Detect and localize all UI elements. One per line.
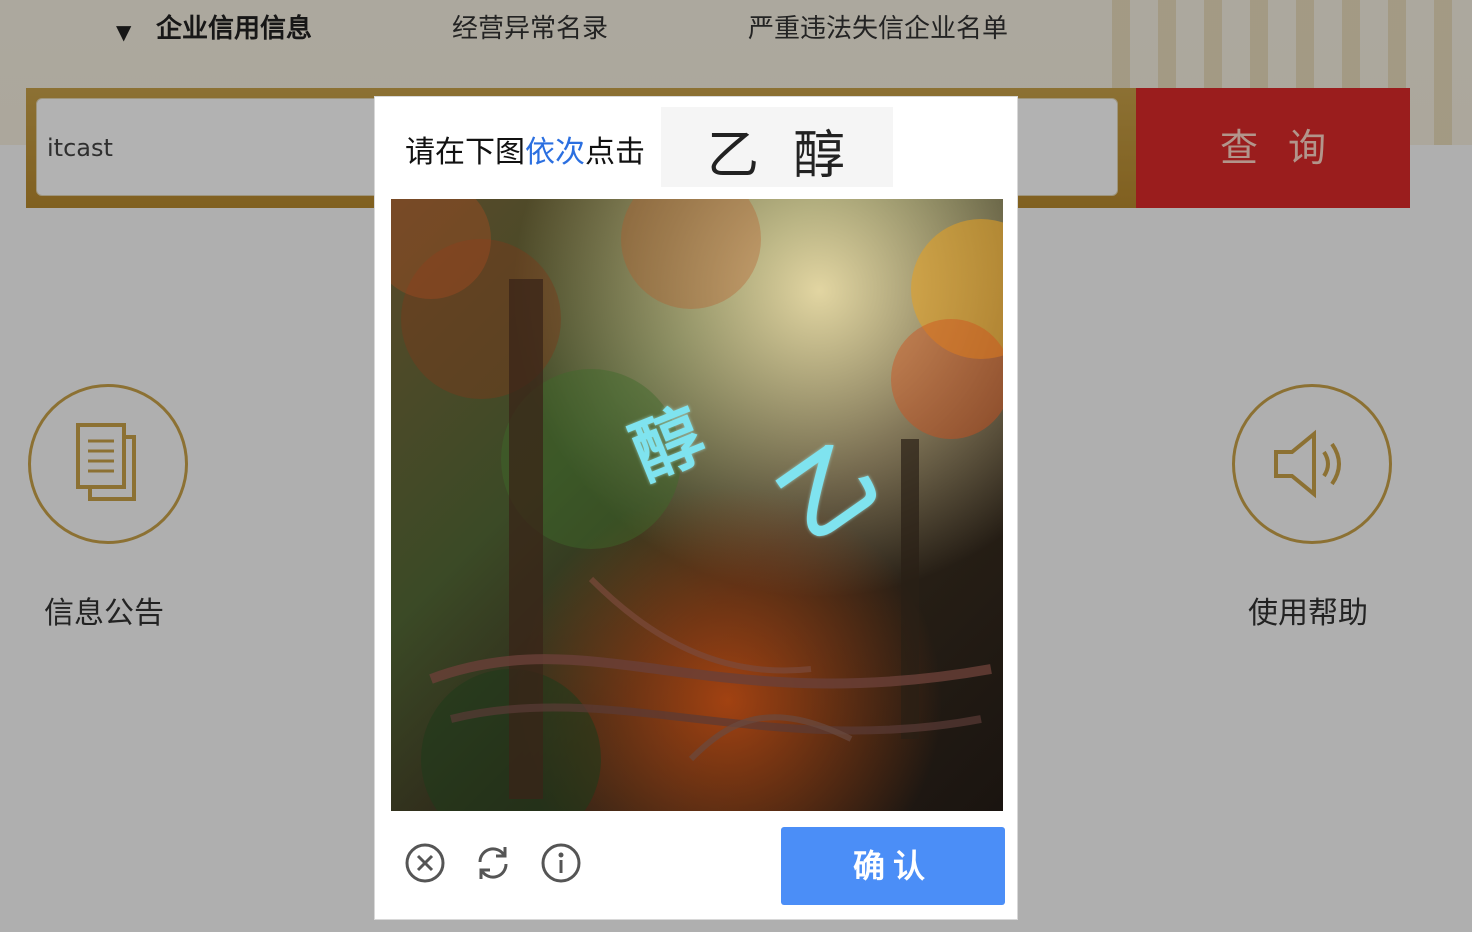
target-char: 醇 — [793, 126, 846, 186]
confirm-button[interactable]: 确认 — [781, 827, 1005, 905]
captcha-prompt: 请在下图依次点击 — [405, 127, 645, 171]
prompt-highlight: 依次 — [525, 135, 585, 170]
target-char: 乙 — [707, 126, 760, 186]
refresh-button[interactable] — [471, 841, 515, 885]
close-icon — [405, 843, 445, 883]
info-icon — [541, 843, 581, 883]
captcha-dialog: 请在下图依次点击 乙 醇 醇 乙 确认 — [374, 96, 1018, 920]
close-button[interactable] — [403, 841, 447, 885]
info-button[interactable] — [539, 841, 583, 885]
prompt-prefix: 请在下图 — [405, 135, 525, 170]
prompt-suffix: 点击 — [585, 135, 645, 170]
refresh-icon — [478, 847, 508, 879]
captcha-targets: 乙 醇 — [661, 107, 893, 187]
captcha-image[interactable]: 醇 乙 — [391, 199, 1003, 811]
forest-picture — [391, 199, 1003, 811]
